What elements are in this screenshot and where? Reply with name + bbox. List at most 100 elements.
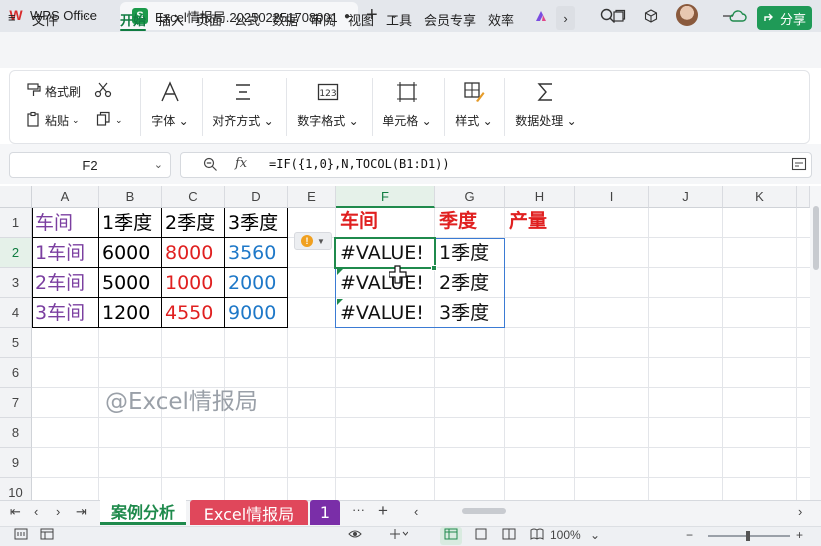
eye-protection-icon[interactable] [348, 528, 362, 543]
scroll-left-icon[interactable]: ‹ [414, 504, 418, 519]
style-group-button[interactable]: 样式 ⌄ [452, 78, 496, 129]
sheet-tab[interactable]: Excel情报局 [190, 500, 308, 525]
column-header[interactable]: A [32, 186, 99, 208]
menu-more[interactable]: ··· [80, 8, 93, 23]
format-painter-button[interactable]: 格式刷 [26, 82, 81, 101]
ai-icon[interactable] [534, 8, 550, 27]
error-warning-button[interactable]: ! ▼ [294, 232, 332, 250]
column-header[interactable]: E [288, 186, 336, 208]
formula-input[interactable]: fx =IF({1,0},N,TOCOL(B1:D1)) [180, 152, 812, 178]
row-header[interactable]: 9 [0, 448, 32, 478]
cell-D2[interactable]: 3560 [225, 238, 276, 268]
row-header-selected[interactable]: 2 [0, 238, 32, 268]
cell-F3[interactable]: #VALUE! [337, 268, 424, 298]
row-header[interactable]: 10 [0, 478, 32, 500]
name-box[interactable]: F2 ⌄ [9, 152, 171, 178]
tab-tools[interactable]: 工具 [386, 10, 412, 29]
user-avatar[interactable] [676, 4, 698, 26]
tab-data[interactable]: 数据 [272, 10, 298, 29]
column-header[interactable]: C [162, 186, 225, 208]
add-sheet-button[interactable]: + [378, 501, 388, 521]
freeze-panes-icon[interactable] [388, 528, 409, 543]
active-cell-selection[interactable] [334, 237, 436, 269]
cell-A4[interactable]: 3车间 [32, 298, 85, 328]
normal-view-icon[interactable] [444, 528, 458, 543]
vertical-scroll-thumb[interactable] [813, 206, 819, 270]
cell-G4[interactable]: 3季度 [436, 298, 489, 328]
cell-D1[interactable]: 3季度 [225, 208, 278, 238]
cell-group-button[interactable]: 单元格 ⌄ [380, 78, 434, 129]
prev-sheet-icon[interactable]: ‹ [34, 504, 38, 519]
column-header[interactable]: J [649, 186, 723, 208]
expand-formula-icon[interactable] [791, 157, 807, 176]
cell-A3[interactable]: 2车间 [32, 268, 85, 298]
column-header[interactable]: B [99, 186, 162, 208]
select-all-corner[interactable] [0, 186, 32, 208]
zoom-formula-icon[interactable] [203, 157, 218, 175]
tab-formulas[interactable]: 公式 [234, 10, 260, 29]
cell-G2[interactable]: 1季度 [436, 238, 489, 268]
tab-page[interactable]: 页面 [196, 10, 222, 29]
spreadsheet-grid[interactable]: A B C D E F G H I J K 1 2 3 4 5 6 7 8 9 … [0, 186, 810, 500]
tab-insert[interactable]: 插入 [158, 10, 184, 29]
row-header[interactable]: 3 [0, 268, 32, 298]
sheet-tab-active[interactable]: 案例分析 [100, 500, 186, 525]
scroll-right-icon[interactable]: › [798, 504, 802, 519]
row-header[interactable]: 6 [0, 358, 32, 388]
tab-review[interactable]: 审阅 [310, 10, 336, 29]
font-group-button[interactable]: 字体 ⌄ [150, 78, 190, 129]
number-format-group-button[interactable]: 123 数字格式 ⌄ [294, 78, 362, 129]
tab-view[interactable]: 视图 [348, 10, 374, 29]
search-icon[interactable] [600, 8, 616, 27]
sheet-view-icon[interactable] [40, 528, 54, 543]
cell-D3[interactable]: 2000 [225, 268, 276, 298]
row-header[interactable]: 1 [0, 208, 32, 238]
column-header[interactable]: K [723, 186, 797, 208]
column-header-selected[interactable]: F [336, 186, 435, 208]
reading-mode-icon[interactable] [530, 528, 544, 543]
page-layout-view-icon[interactable] [474, 528, 488, 543]
cell-H1[interactable]: 产量 [506, 206, 547, 236]
tab-home[interactable]: 开始 [120, 10, 146, 29]
cube-icon[interactable] [641, 6, 661, 26]
zoom-level[interactable]: 100% [550, 528, 581, 542]
menu-file[interactable]: 文件 [32, 10, 58, 29]
column-header[interactable]: I [575, 186, 649, 208]
share-button[interactable]: 分享 [757, 6, 812, 30]
hamburger-menu-icon[interactable]: ≡ [8, 10, 16, 25]
fx-icon[interactable]: fx [235, 156, 247, 171]
copy-button[interactable]: ⌄ [96, 111, 123, 130]
last-sheet-icon[interactable]: ⇥ [76, 504, 87, 520]
next-sheet-icon[interactable]: › [56, 504, 60, 519]
sheet-tab[interactable]: 1 [310, 500, 340, 525]
cell-F4[interactable]: #VALUE! [337, 298, 424, 328]
column-header[interactable]: H [505, 186, 575, 208]
cloud-sync-icon[interactable] [729, 8, 747, 27]
tab-member[interactable]: 会员专享 [424, 10, 476, 29]
column-header[interactable]: D [225, 186, 288, 208]
zoom-in-icon[interactable]: + [796, 528, 803, 542]
cut-icon[interactable] [94, 82, 112, 98]
zoom-slider-handle[interactable] [746, 531, 750, 541]
row-header[interactable]: 8 [0, 418, 32, 448]
zoom-out-icon[interactable]: − [686, 528, 693, 542]
name-box-dropdown-icon[interactable]: ⌄ [154, 158, 163, 171]
cell-B2[interactable]: 6000 [99, 238, 150, 268]
column-header[interactable] [797, 186, 810, 208]
fill-handle[interactable] [431, 265, 437, 271]
cell-A2[interactable]: 1车间 [32, 238, 85, 268]
cell-A1[interactable]: 车间 [32, 208, 73, 238]
cell-G3[interactable]: 2季度 [436, 268, 489, 298]
macro-icon[interactable] [14, 528, 28, 543]
row-header[interactable]: 5 [0, 328, 32, 358]
column-header[interactable]: G [435, 186, 505, 208]
cell-D4[interactable]: 9000 [225, 298, 276, 328]
horizontal-scroll-thumb[interactable] [462, 508, 506, 514]
tab-efficiency[interactable]: 效率 [488, 10, 514, 29]
page-break-view-icon[interactable] [502, 528, 516, 543]
paste-button[interactable]: 粘贴 ⌄ [26, 111, 80, 130]
cell-F1[interactable]: 车间 [337, 206, 378, 236]
ribbon-scroll-right-button[interactable]: › [556, 6, 575, 30]
cell-B1[interactable]: 1季度 [99, 208, 152, 238]
data-processing-group-button[interactable]: 数据处理 ⌄ [514, 78, 578, 129]
